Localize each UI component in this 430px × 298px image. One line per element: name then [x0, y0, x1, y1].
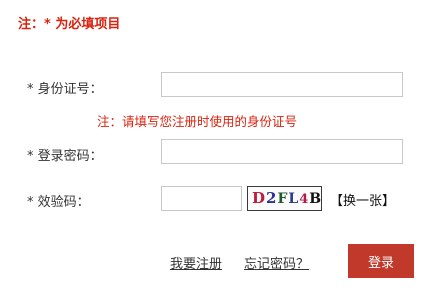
password-label: * 登录密码： [27, 149, 103, 164]
captcha-char: 4 [299, 192, 310, 207]
login-button[interactable]: 登录 [348, 244, 414, 278]
password-input[interactable] [161, 139, 403, 164]
captcha-char: D [252, 189, 267, 207]
id-card-hint: 注：请填写您注册时使用的身份证号 [97, 114, 298, 129]
captcha-input[interactable] [161, 186, 242, 211]
captcha-image[interactable]: D2FL4B [247, 186, 322, 211]
login-form-page: 注：* 为必填项目 * 身份证号： 注：请填写您注册时使用的身份证号 * 登录密… [0, 0, 430, 298]
required-fields-note: 注：* 为必填项目 [18, 17, 121, 32]
captcha-char: F [277, 191, 289, 207]
register-link[interactable]: 我要注册 [170, 253, 222, 272]
forgot-password-link[interactable]: 忘记密码？ [244, 253, 309, 272]
id-card-input[interactable] [161, 72, 403, 97]
captcha-label: * 效验码： [27, 195, 90, 210]
captcha-char: B [309, 191, 323, 207]
captcha-char: L [288, 191, 300, 207]
captcha-char: 2 [266, 189, 278, 207]
id-card-label: * 身份证号： [27, 82, 103, 97]
captcha-refresh-link[interactable]: 【换一张】 [330, 190, 395, 209]
